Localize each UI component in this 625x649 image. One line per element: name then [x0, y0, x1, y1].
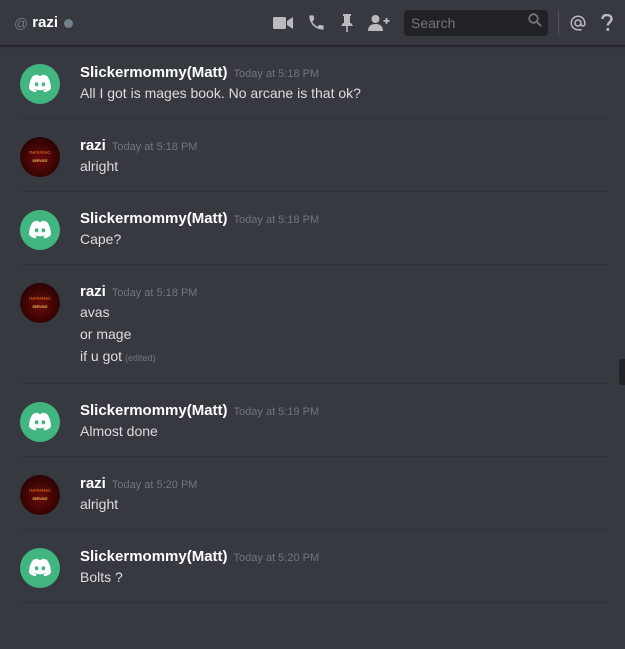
message-group: INFERNO SERVICE razi Today at 5:20 PM alri…	[0, 457, 625, 515]
message-timestamp: Today at 5:18 PM	[111, 287, 198, 299]
mention-icon[interactable]	[569, 14, 587, 32]
author-name[interactable]: Slickermommy(Matt)	[80, 210, 228, 227]
message-content: Slickermommy(Matt) Today at 5:18 PM Cape?	[80, 210, 319, 250]
message-timestamp: Today at 5:18 PM	[111, 141, 198, 153]
help-icon[interactable]	[601, 13, 613, 32]
avatar-text-line2: SERVICE	[32, 159, 48, 163]
message-group: Slickermommy(Matt) Today at 5:19 PM Almos…	[0, 384, 625, 442]
avatar-text-line1: INFERNO	[29, 149, 51, 155]
discord-logo-icon	[29, 74, 51, 93]
search-icon[interactable]	[528, 13, 542, 32]
message-content: Slickermommy(Matt) Today at 5:20 PM Bolts…	[80, 548, 319, 588]
message-text: All I got is mages book. No arcane is th…	[80, 85, 361, 101]
scrollbar-thumb[interactable]	[619, 359, 625, 385]
search-box[interactable]	[404, 9, 548, 36]
video-call-icon[interactable]	[273, 16, 293, 30]
avatar-text-line1: INFERNO	[29, 295, 51, 301]
message-group: INFERNO SERVICE razi Today at 5:18 PM avas…	[0, 265, 625, 369]
avatar[interactable]	[20, 210, 60, 250]
avatar[interactable]: INFERNO SERVICE	[20, 475, 60, 515]
message-list[interactable]: Slickermommy(Matt) Today at 5:18 PM All I…	[0, 46, 625, 649]
author-name[interactable]: Slickermommy(Matt)	[80, 64, 228, 81]
discord-logo-icon	[29, 558, 51, 577]
dm-header: @ razi	[0, 0, 625, 46]
voice-call-icon[interactable]	[307, 13, 326, 32]
message-timestamp: Today at 5:18 PM	[233, 68, 320, 80]
add-friend-icon[interactable]	[368, 14, 390, 32]
pin-icon[interactable]	[340, 13, 354, 32]
avatar[interactable]	[20, 64, 60, 104]
message-text: if u got	[80, 348, 123, 364]
status-indicator	[64, 19, 74, 28]
at-symbol: @	[14, 14, 29, 31]
message-divider	[20, 602, 609, 603]
message-text-edited: if u got (edited)	[80, 345, 197, 369]
message-text: Bolts ?	[80, 569, 123, 585]
message-timestamp: Today at 5:20 PM	[111, 479, 198, 491]
dm-username[interactable]: razi	[32, 14, 58, 31]
message-group: Slickermommy(Matt) Today at 5:18 PM All I…	[0, 46, 625, 104]
message-text: Cape?	[80, 231, 122, 247]
discord-logo-icon	[29, 412, 51, 431]
header-divider	[558, 10, 559, 35]
avatar[interactable]: INFERNO SERVICE	[20, 137, 60, 177]
avatar-text-line2: SERVICE	[32, 497, 48, 501]
message-text: Almost done	[80, 423, 158, 439]
message-content: razi Today at 5:20 PM alright	[80, 475, 197, 515]
message-timestamp: Today at 5:20 PM	[233, 552, 320, 564]
avatar-text-line1: INFERNO	[29, 487, 51, 493]
search-input[interactable]	[411, 14, 528, 31]
discord-logo-icon	[29, 220, 51, 239]
avatar-text-line2: SERVICE	[32, 305, 48, 309]
message-content: razi Today at 5:18 PM avas or mage if u g…	[80, 283, 197, 369]
author-name[interactable]: Slickermommy(Matt)	[80, 548, 228, 565]
author-name[interactable]: Slickermommy(Matt)	[80, 402, 228, 419]
message-group: Slickermommy(Matt) Today at 5:18 PM Cape?	[0, 192, 625, 250]
message-timestamp: Today at 5:18 PM	[233, 214, 320, 226]
message-text: avas	[80, 304, 110, 320]
message-group: INFERNO SERVICE razi Today at 5:18 PM alri…	[0, 119, 625, 177]
message-content: Slickermommy(Matt) Today at 5:19 PM Almos…	[80, 402, 319, 442]
message-group: Slickermommy(Matt) Today at 5:20 PM Bolts…	[0, 530, 625, 588]
message-text: alright	[80, 496, 119, 512]
message-content: razi Today at 5:18 PM alright	[80, 137, 197, 177]
message-text: or mage	[80, 326, 132, 342]
author-name[interactable]: razi	[80, 137, 106, 154]
author-name[interactable]: razi	[80, 475, 106, 492]
message-text: alright	[80, 158, 119, 174]
message-timestamp: Today at 5:19 PM	[233, 406, 320, 418]
message-content: Slickermommy(Matt) Today at 5:18 PM All I…	[80, 64, 361, 104]
avatar[interactable]	[20, 548, 60, 588]
avatar[interactable]	[20, 402, 60, 442]
edited-label: (edited)	[125, 353, 156, 363]
avatar[interactable]: INFERNO SERVICE	[20, 283, 60, 323]
author-name[interactable]: razi	[80, 283, 106, 300]
